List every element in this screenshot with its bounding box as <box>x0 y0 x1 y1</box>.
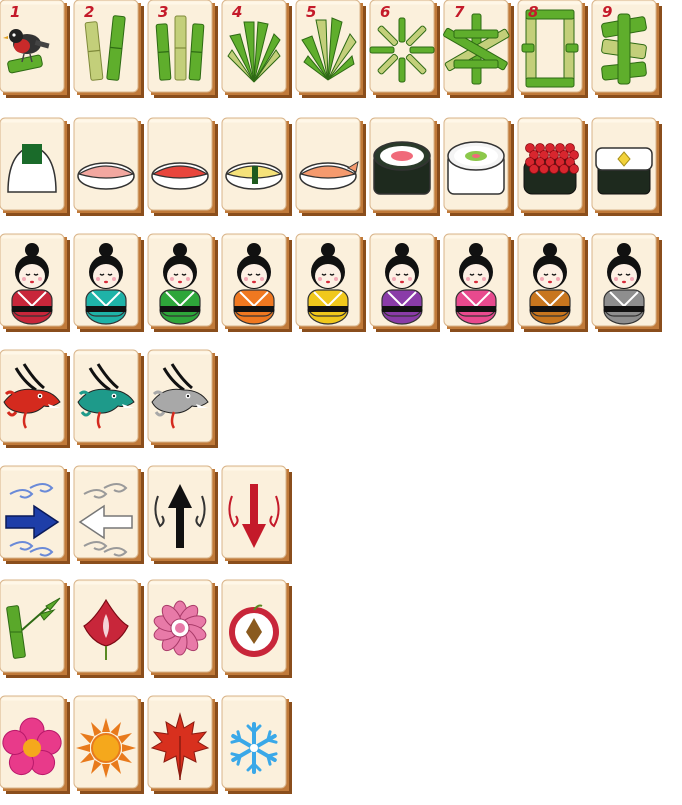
tile-number: 8 <box>528 3 539 21</box>
tile-face <box>73 233 144 332</box>
tile-face <box>0 695 70 794</box>
tile-kokeshi-1[interactable] <box>0 233 70 332</box>
tile-face <box>0 465 70 564</box>
tile-sushi-5[interactable] <box>295 117 366 216</box>
tile-bamboo-7[interactable]: 7 <box>443 0 514 98</box>
tile-bamboo-4[interactable]: 4 <box>221 0 292 98</box>
tile-face <box>221 233 292 332</box>
tile-kokeshi-9[interactable] <box>591 233 662 332</box>
tile-face <box>443 117 514 216</box>
tile-bamboo-6[interactable]: 6 <box>369 0 440 98</box>
tile-kokeshi-8[interactable] <box>517 233 588 332</box>
tile-number: 1 <box>10 3 21 21</box>
maki-roll-icon <box>373 141 431 195</box>
tile-seasons-2[interactable] <box>73 695 144 794</box>
tile-face <box>147 465 218 564</box>
tile-number: 6 <box>380 3 391 21</box>
salmon-nigiri-icon <box>151 162 209 190</box>
tile-bamboo-9[interactable]: 9 <box>591 0 662 98</box>
tile-number: 2 <box>84 3 95 21</box>
tile-face <box>0 233 70 332</box>
tile-seasons-4[interactable] <box>221 695 292 794</box>
tile-sushi-6[interactable] <box>369 117 440 216</box>
tile-dragons-3[interactable] <box>147 349 218 448</box>
uramaki-roll-icon <box>447 141 505 195</box>
tile-winds-1[interactable] <box>0 465 70 564</box>
tile-face <box>147 349 218 448</box>
tile-bamboo-8[interactable]: 8 <box>517 0 588 98</box>
tile-board: 1 2 3 4 5 6 7 8 9 <box>0 0 682 805</box>
tile-winds-3[interactable] <box>147 465 218 564</box>
tile-bamboo-1[interactable]: 1 <box>0 0 70 98</box>
tile-flowers-1[interactable] <box>0 579 70 678</box>
tile-face <box>591 233 662 332</box>
tile-face <box>221 579 292 678</box>
tile-face <box>73 695 144 794</box>
tile-bamboo-3[interactable]: 3 <box>147 0 218 98</box>
tile-kokeshi-6[interactable] <box>369 233 440 332</box>
tile-face <box>73 465 144 564</box>
tile-number: 3 <box>158 3 169 21</box>
tile-face <box>369 117 440 216</box>
tile-winds-4[interactable] <box>221 465 292 564</box>
tile-flowers-2[interactable] <box>73 579 144 678</box>
tile-number: 7 <box>454 3 465 21</box>
tile-face <box>369 233 440 332</box>
tile-face <box>73 579 144 678</box>
tile-bamboo-5[interactable]: 5 <box>295 0 366 98</box>
bamboo-9-icon <box>601 13 647 85</box>
tile-face <box>221 117 292 216</box>
tile-face <box>0 579 70 678</box>
tile-kokeshi-7[interactable] <box>443 233 514 332</box>
tile-face <box>295 233 366 332</box>
tile-winds-2[interactable] <box>73 465 144 564</box>
tile-face <box>147 695 218 794</box>
tile-kokeshi-2[interactable] <box>73 233 144 332</box>
tile-kokeshi-3[interactable] <box>147 233 218 332</box>
tile-sushi-9[interactable] <box>591 117 662 216</box>
tile-sushi-4[interactable] <box>221 117 292 216</box>
tile-sushi-2[interactable] <box>73 117 144 216</box>
tile-face <box>73 117 144 216</box>
tile-number: 9 <box>602 3 613 21</box>
tile-kokeshi-5[interactable] <box>295 233 366 332</box>
tile-sushi-8[interactable] <box>517 117 588 216</box>
tile-dragons-2[interactable] <box>73 349 144 448</box>
tile-flowers-3[interactable] <box>147 579 218 678</box>
tamago-nigiri-icon <box>225 162 283 190</box>
ikura-gunkan-icon <box>523 143 579 195</box>
tuna-nigiri-icon <box>77 162 135 190</box>
tile-face <box>443 233 514 332</box>
tile-face <box>73 349 144 448</box>
tile-seasons-1[interactable] <box>0 695 70 794</box>
tile-face <box>591 117 662 216</box>
tile-face <box>517 117 588 216</box>
tile-dragons-1[interactable] <box>0 349 70 448</box>
tile-sushi-3[interactable] <box>147 117 218 216</box>
tile-face <box>517 233 588 332</box>
tile-number: 4 <box>232 3 243 21</box>
tamago-roll-icon <box>595 147 653 195</box>
tile-face <box>147 117 218 216</box>
tile-face <box>0 117 70 216</box>
bamboo-3-icon <box>155 15 205 81</box>
tile-face <box>221 465 292 564</box>
tile-face <box>295 117 366 216</box>
tile-bamboo-2[interactable]: 2 <box>73 0 144 98</box>
tile-seasons-3[interactable] <box>147 695 218 794</box>
tile-sushi-7[interactable] <box>443 117 514 216</box>
tile-face <box>221 695 292 794</box>
tile-face <box>0 349 70 448</box>
tile-flowers-4[interactable] <box>221 579 292 678</box>
tile-kokeshi-4[interactable] <box>221 233 292 332</box>
tile-face <box>147 233 218 332</box>
tile-number: 5 <box>306 3 317 21</box>
tile-sushi-1[interactable] <box>0 117 70 216</box>
plum-icon <box>229 604 279 657</box>
tile-face <box>147 579 218 678</box>
